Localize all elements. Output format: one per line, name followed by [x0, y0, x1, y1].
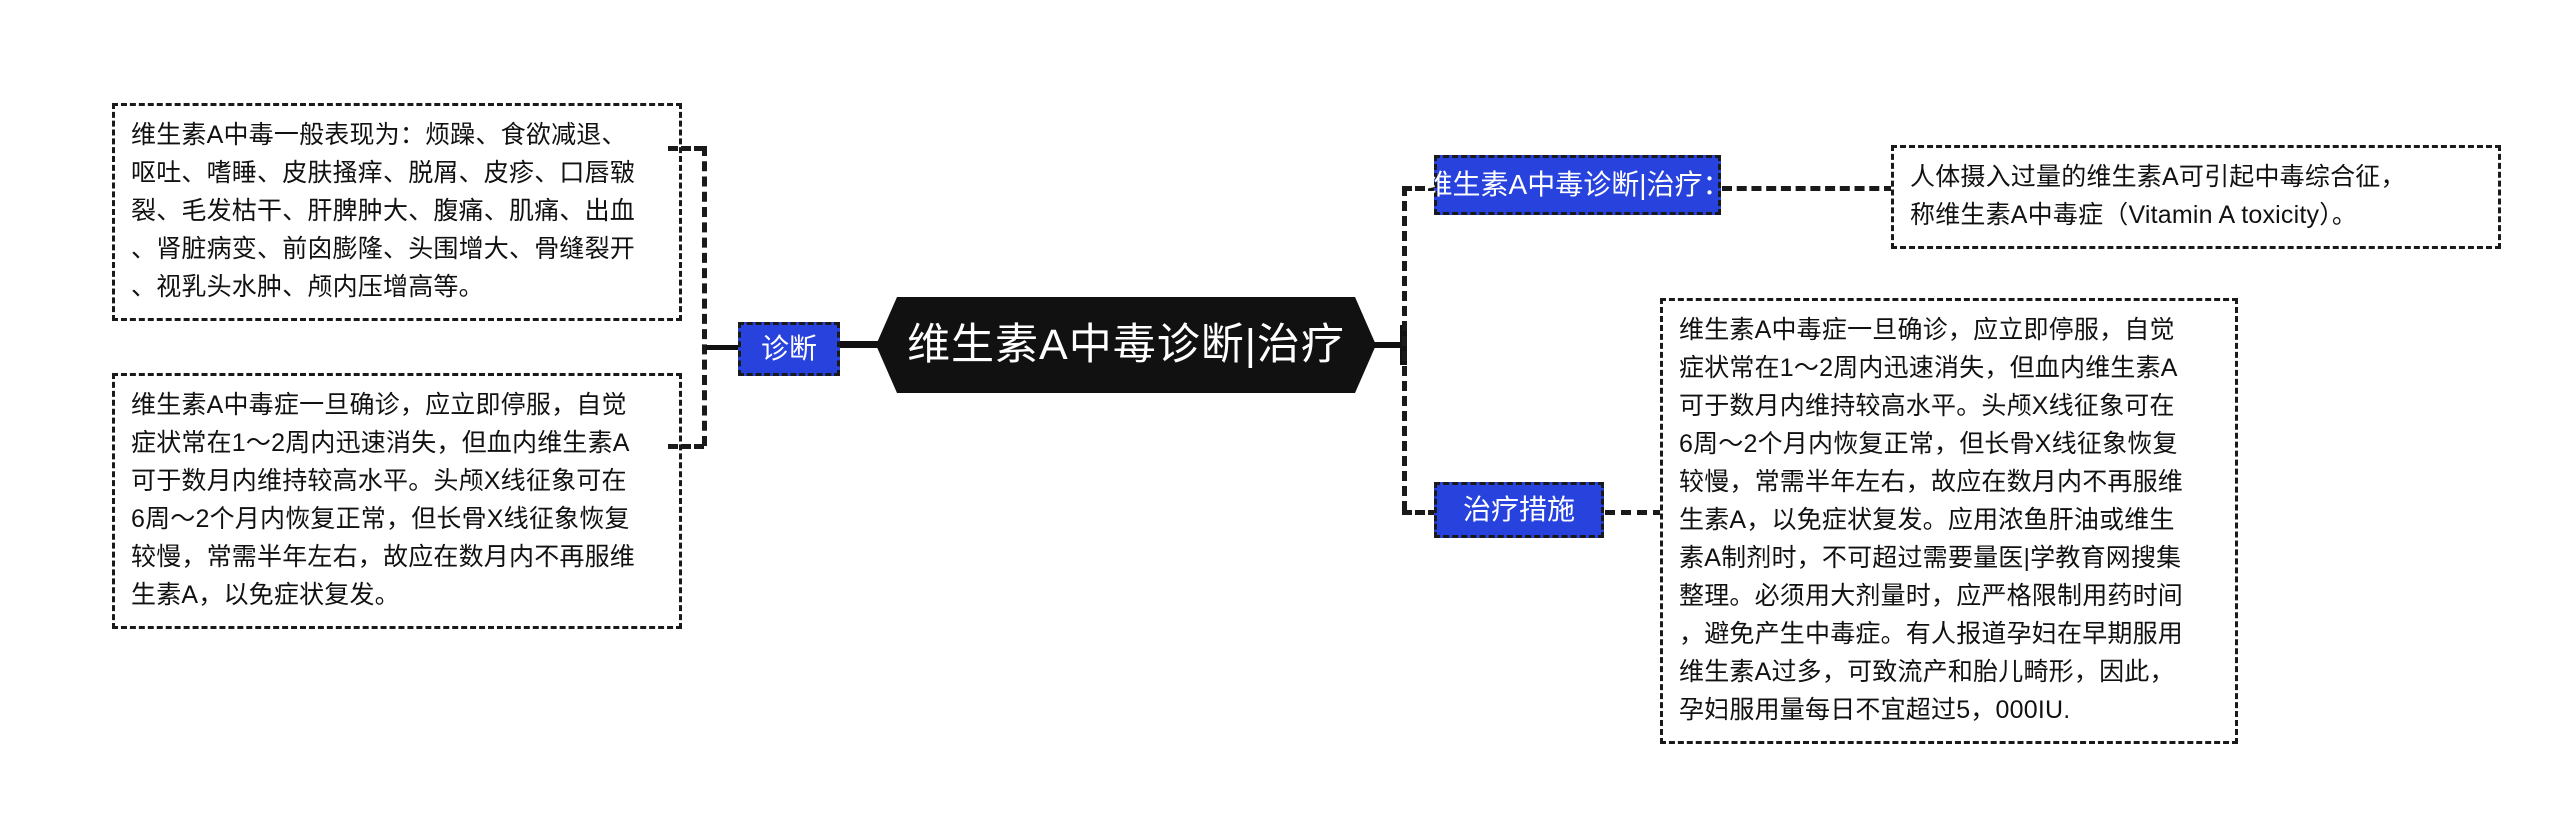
connector-title-to-note — [1722, 186, 1894, 191]
mindmap-canvas: 维生素A中毒一般表现为：烦躁、食欲减退、 呕吐、嗜睡、皮肤搔痒、脱屑、皮疹、口唇… — [0, 0, 2560, 819]
connector-left-branch-top — [668, 146, 704, 151]
note-diagnosis-treatment: 维生素A中毒症一旦确诊，应立即停服，自觉 症状常在1～2周内迅速消失，但血内维生… — [112, 373, 682, 629]
branch-node-title[interactable]: 维生素A中毒诊断|治疗： — [1425, 155, 1730, 215]
connector-right-trunk — [1402, 186, 1407, 511]
branch-node-diagnosis[interactable]: 诊断 — [738, 322, 840, 376]
note-treatment-measures: 维生素A中毒症一旦确诊，应立即停服，自觉 症状常在1～2周内迅速消失，但血内维生… — [1660, 298, 2238, 744]
note-definition: 人体摄入过量的维生素A可引起中毒综合征， 称维生素A中毒症（Vitamin A … — [1891, 145, 2501, 249]
connector-right-branch-bottom — [1402, 510, 1438, 515]
branch-node-measures[interactable]: 治疗措施 — [1434, 482, 1604, 538]
connector-measures-to-note — [1605, 510, 1663, 515]
central-node-title[interactable]: 维生素A中毒诊断|治疗 — [876, 297, 1376, 393]
connector-diagnosis-stub — [706, 345, 740, 350]
connector-left-trunk — [702, 146, 707, 446]
note-diagnosis-symptoms: 维生素A中毒一般表现为：烦躁、食欲减退、 呕吐、嗜睡、皮肤搔痒、脱屑、皮疹、口唇… — [112, 103, 682, 321]
connector-left-branch-bottom — [668, 444, 704, 449]
